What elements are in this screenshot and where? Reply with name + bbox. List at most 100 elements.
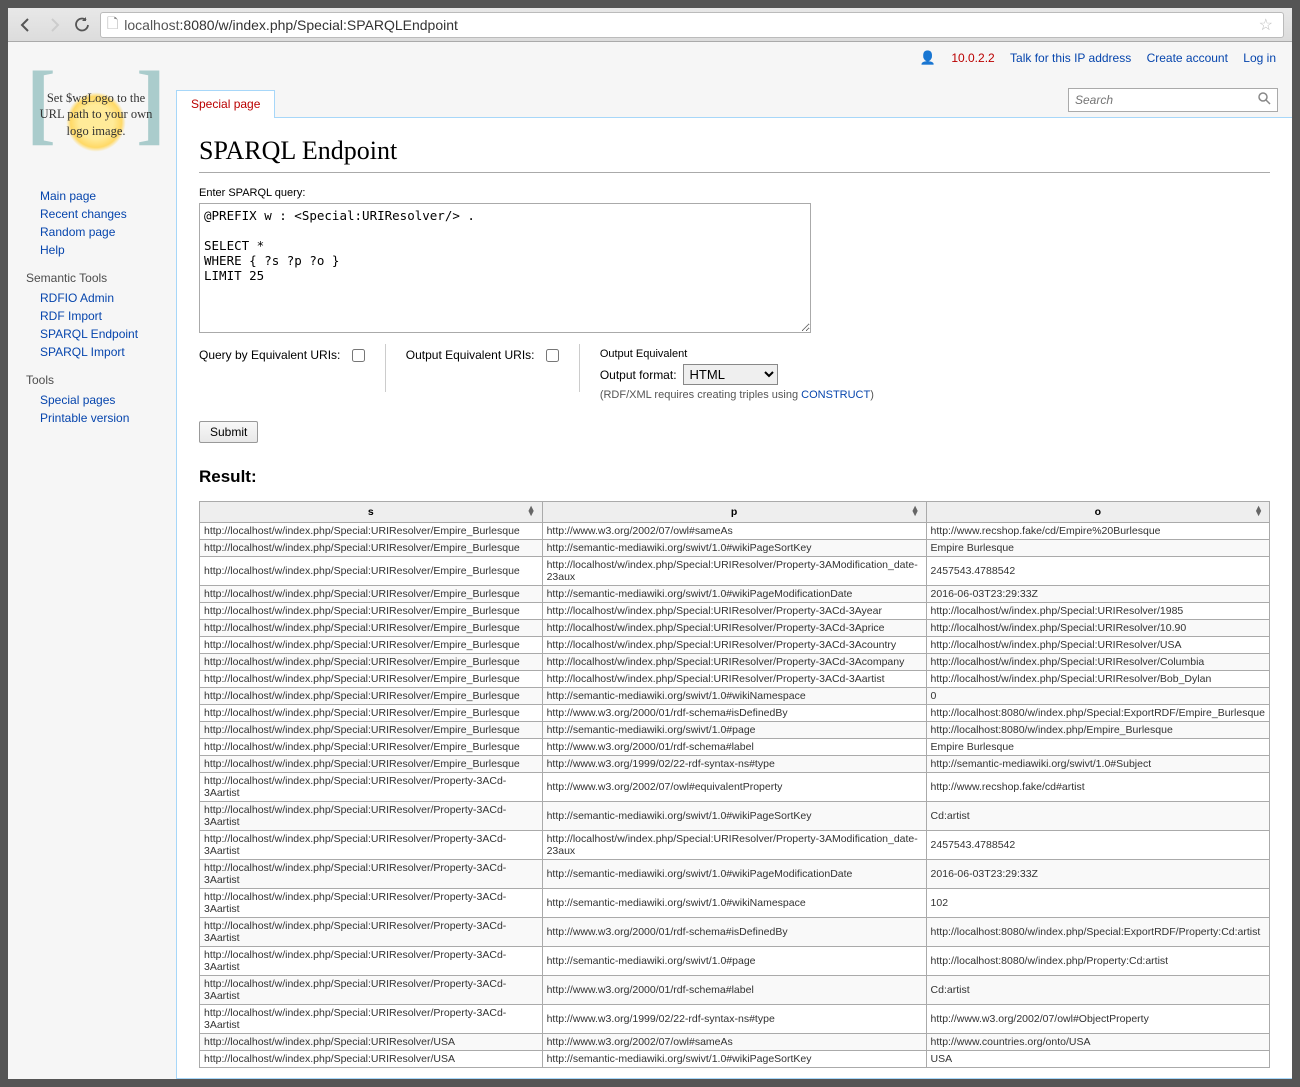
- table-cell: http://localhost/w/index.php/Special:URI…: [200, 671, 543, 688]
- table-cell: http://semantic-mediawiki.org/swivt/1.0#…: [542, 889, 926, 918]
- table-cell: http://localhost/w/index.php/Special:URI…: [926, 671, 1269, 688]
- table-row: http://localhost/w/index.php/Special:URI…: [200, 654, 1270, 671]
- table-cell: http://www.w3.org/2002/07/owl#equivalent…: [542, 773, 926, 802]
- page-icon: 🗋: [107, 13, 118, 37]
- table-cell: http://localhost/w/index.php/Special:URI…: [926, 620, 1269, 637]
- table-cell: http://www.w3.org/2000/01/rdf-schema#lab…: [542, 739, 926, 756]
- table-cell: 0: [926, 688, 1269, 705]
- table-cell: Empire Burlesque: [926, 540, 1269, 557]
- search-input[interactable]: [1069, 90, 1252, 110]
- table-row: http://localhost/w/index.php/Special:URI…: [200, 688, 1270, 705]
- table-cell: http://localhost/w/index.php/Special:URI…: [200, 654, 543, 671]
- sort-icon: ▲▼: [911, 506, 920, 516]
- main-content-area: Special page SPARQL Endpoint Enter SPARQ…: [176, 117, 1292, 1079]
- sidebar-semtools-sparql-import[interactable]: SPARQL Import: [40, 345, 125, 359]
- sort-icon: ▲▼: [527, 506, 536, 516]
- table-cell: http://localhost/w/index.php/Special:URI…: [200, 557, 543, 586]
- format-hint: (RDF/XML requires creating triples using…: [600, 389, 874, 401]
- back-button[interactable]: [16, 15, 36, 35]
- login-link[interactable]: Log in: [1243, 51, 1276, 65]
- checkbox-output-equiv[interactable]: [546, 349, 559, 362]
- table-cell: http://localhost/w/index.php/Special:URI…: [200, 705, 543, 722]
- sidebar-heading-semtools: Semantic Tools: [26, 271, 166, 285]
- table-cell: 102: [926, 889, 1269, 918]
- sidebar-tools-printable-version[interactable]: Printable version: [40, 411, 129, 425]
- search-icon[interactable]: [1252, 92, 1277, 108]
- url-bar[interactable]: 🗋 localhost:8080/w/index.php/Special:SPA…: [100, 12, 1284, 38]
- table-cell: http://semantic-mediawiki.org/swivt/1.0#…: [542, 586, 926, 603]
- column-header-s[interactable]: s▲▼: [200, 502, 543, 523]
- table-row: http://localhost/w/index.php/Special:URI…: [200, 671, 1270, 688]
- checkbox-query-equiv[interactable]: [352, 349, 365, 362]
- table-cell: http://www.w3.org/1999/02/22-rdf-syntax-…: [542, 756, 926, 773]
- table-cell: http://localhost/w/index.php/Special:URI…: [200, 831, 543, 860]
- table-cell: http://semantic-mediawiki.org/swivt/1.0#…: [542, 802, 926, 831]
- reload-button[interactable]: [72, 15, 92, 35]
- sparql-query-textarea[interactable]: [199, 203, 811, 333]
- table-row: http://localhost/w/index.php/Special:URI…: [200, 1005, 1270, 1034]
- table-cell: http://localhost/w/index.php/Special:URI…: [200, 739, 543, 756]
- site-logo[interactable]: [ Set $wgLogo to the URL path to your ow…: [31, 62, 161, 167]
- sidebar-nav-main-page[interactable]: Main page: [40, 189, 96, 203]
- ip-link[interactable]: 10.0.2.2: [951, 51, 994, 65]
- table-cell: http://localhost/w/index.php/Special:URI…: [542, 637, 926, 654]
- create-account-link[interactable]: Create account: [1147, 51, 1228, 65]
- table-cell: http://www.w3.org/2000/01/rdf-schema#isD…: [542, 705, 926, 722]
- table-row: http://localhost/w/index.php/Special:URI…: [200, 705, 1270, 722]
- search-box[interactable]: [1068, 88, 1278, 112]
- sidebar-nav-recent-changes[interactable]: Recent changes: [40, 207, 127, 221]
- table-row: http://localhost/w/index.php/Special:URI…: [200, 1051, 1270, 1068]
- table-cell: http://localhost/w/index.php/Special:URI…: [200, 540, 543, 557]
- table-row: http://localhost/w/index.php/Special:URI…: [200, 540, 1270, 557]
- table-row: http://localhost/w/index.php/Special:URI…: [200, 802, 1270, 831]
- column-header-p[interactable]: p▲▼: [542, 502, 926, 523]
- table-cell: http://www.countries.org/onto/USA: [926, 1034, 1269, 1051]
- table-cell: http://localhost/w/index.php/Special:URI…: [200, 1051, 543, 1068]
- query-label: Enter SPARQL query:: [199, 187, 1270, 199]
- table-cell: http://semantic-mediawiki.org/swivt/1.0#…: [542, 947, 926, 976]
- table-cell: http://localhost/w/index.php/Special:URI…: [200, 947, 543, 976]
- user-icon: 👤: [920, 50, 936, 65]
- sidebar-tools-special-pages[interactable]: Special pages: [40, 393, 115, 407]
- tab-special-page[interactable]: Special page: [176, 90, 275, 118]
- sidebar-heading-tools: Tools: [26, 373, 166, 387]
- table-cell: http://www.w3.org/1999/02/22-rdf-syntax-…: [542, 1005, 926, 1034]
- table-cell: http://localhost/w/index.php/Special:URI…: [542, 603, 926, 620]
- label-output-format: Output format:: [600, 368, 677, 382]
- sidebar-semtools-sparql-endpoint[interactable]: SPARQL Endpoint: [40, 327, 138, 341]
- table-row: http://localhost/w/index.php/Special:URI…: [200, 557, 1270, 586]
- bookmark-star-icon[interactable]: ☆: [1255, 15, 1277, 35]
- results-table: s▲▼p▲▼o▲▼ http://localhost/w/index.php/S…: [199, 501, 1270, 1068]
- table-cell: http://localhost/w/index.php/Special:URI…: [200, 620, 543, 637]
- sidebar-semtools-rdfio-admin[interactable]: RDFIO Admin: [40, 291, 114, 305]
- forward-button[interactable]: [44, 15, 64, 35]
- table-cell: http://semantic-mediawiki.org/swivt/1.0#…: [542, 860, 926, 889]
- table-cell: http://localhost:8080/w/index.php/Empire…: [926, 722, 1269, 739]
- url-path: :8080/w/index.php/Special:SPARQLEndpoint: [180, 17, 458, 33]
- sidebar-nav-help[interactable]: Help: [40, 243, 65, 257]
- table-cell: http://localhost:8080/w/index.php/Specia…: [926, 705, 1269, 722]
- table-row: http://localhost/w/index.php/Special:URI…: [200, 637, 1270, 654]
- submit-button[interactable]: Submit: [199, 421, 258, 443]
- table-cell: 2016-06-03T23:29:33Z: [926, 586, 1269, 603]
- table-cell: Cd:artist: [926, 802, 1269, 831]
- construct-link[interactable]: CONSTRUCT: [801, 389, 870, 401]
- table-cell: http://semantic-mediawiki.org/swivt/1.0#…: [542, 688, 926, 705]
- sidebar-nav-random-page[interactable]: Random page: [40, 225, 115, 239]
- browser-toolbar: 🗋 localhost:8080/w/index.php/Special:SPA…: [8, 8, 1292, 42]
- table-cell: http://localhost/w/index.php/Special:URI…: [200, 1034, 543, 1051]
- table-row: http://localhost/w/index.php/Special:URI…: [200, 773, 1270, 802]
- column-header-o[interactable]: o▲▼: [926, 502, 1269, 523]
- table-cell: USA: [926, 1051, 1269, 1068]
- talk-link[interactable]: Talk for this IP address: [1010, 51, 1131, 65]
- table-cell: http://localhost/w/index.php/Special:URI…: [542, 620, 926, 637]
- sidebar-semtools-rdf-import[interactable]: RDF Import: [40, 309, 102, 323]
- table-cell: http://www.w3.org/2000/01/rdf-schema#isD…: [542, 918, 926, 947]
- select-output-format[interactable]: HTML: [683, 364, 778, 385]
- table-cell: http://semantic-mediawiki.org/swivt/1.0#…: [542, 722, 926, 739]
- table-cell: http://localhost:8080/w/index.php/Proper…: [926, 947, 1269, 976]
- table-cell: http://localhost/w/index.php/Special:URI…: [926, 603, 1269, 620]
- table-row: http://localhost/w/index.php/Special:URI…: [200, 739, 1270, 756]
- table-cell: http://localhost/w/index.php/Special:URI…: [200, 586, 543, 603]
- table-cell: http://localhost/w/index.php/Special:URI…: [926, 654, 1269, 671]
